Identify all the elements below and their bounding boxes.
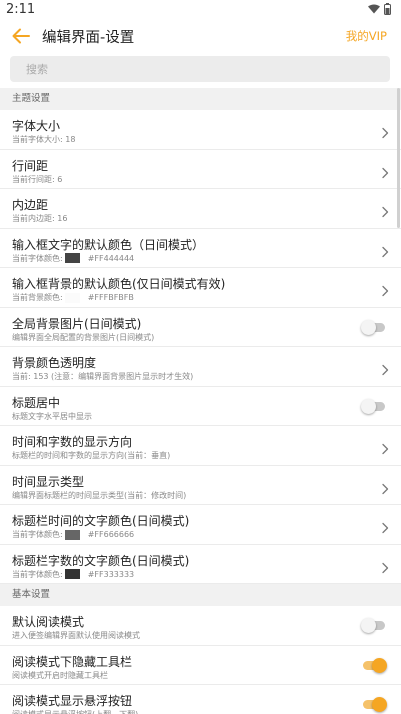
settings-row-title: 字体大小 xyxy=(12,119,61,133)
chevron-right-icon xyxy=(381,559,389,573)
page-title: 编辑界面-设置 xyxy=(42,30,135,46)
settings-row[interactable]: 标题栏字数的文字颜色(日间模式) 当前字体颜色: #FF333333 xyxy=(0,544,401,584)
chevron-right-icon xyxy=(381,282,389,297)
settings-row-subtitle: 当前字体颜色: #FF444444 xyxy=(12,253,134,264)
color-value: #FF444444 xyxy=(87,253,135,263)
settings-row-subtitle: 当前背景颜色: #FFFBFBFB xyxy=(12,292,134,303)
settings-row-title: 背景颜色透明度 xyxy=(12,356,97,370)
settings-row[interactable]: 行间距 当前行间距: 6 xyxy=(0,149,401,189)
search-input[interactable] xyxy=(10,56,390,82)
settings-row[interactable]: 内边距当前内边距: 16 xyxy=(0,189,401,229)
toggle-switch[interactable] xyxy=(361,618,387,633)
settings-row-title: 行间距 xyxy=(12,158,49,173)
settings-row-subtitle: 进入便签编辑界面默认使用阅读模式 xyxy=(12,631,140,640)
settings-row[interactable]: 时间和字数的显示方向标题栏的时间和字数的显示方向(当前：垂直) xyxy=(0,426,401,466)
color-label: 当前背景颜色: xyxy=(12,293,63,302)
section-header-basic: 基本设置 xyxy=(0,584,401,606)
settings-row[interactable]: 时间显示类型 编辑界面标题栏的时间显示类型(当前：修改时间) xyxy=(0,465,401,505)
settings-row[interactable]: 背景颜色透明度当前: 153 (注意：编辑界面背景图片显示时才生效) xyxy=(0,347,401,387)
color-swatch xyxy=(64,292,80,303)
search-box[interactable] xyxy=(10,56,390,82)
settings-row[interactable]: 标题栏时间的文字颜色(日间模式) 当前字体颜色: #FF666666 xyxy=(0,505,401,545)
battery-icon xyxy=(384,3,391,15)
settings-row-title: 内边距 xyxy=(12,198,49,212)
settings-row[interactable]: 输入框背景的默认颜色(仅日间模式有效) 当前背景颜色: #FFFBFBFB xyxy=(0,268,401,308)
app-bar: 编辑界面-设置 我的VIP xyxy=(0,20,401,50)
settings-row-title: 阅读模式下隐藏工具栏 xyxy=(12,654,133,669)
settings-row-title: 标题栏时间的文字颜色(日间模式) xyxy=(12,514,190,528)
toggle-switch[interactable] xyxy=(361,657,387,673)
chevron-right-icon xyxy=(381,124,389,139)
toggle-switch[interactable] xyxy=(361,319,387,335)
status-bar: 2:11 xyxy=(0,0,401,20)
wifi-icon xyxy=(368,4,380,14)
toggle-knob xyxy=(361,319,376,335)
chevron-right-icon xyxy=(381,164,389,178)
settings-row-subtitle: 阅读模式开启时隐藏工具栏 xyxy=(12,670,108,680)
settings-row-subtitle: 当前字体颜色: #FF666666 xyxy=(12,529,134,540)
settings-row[interactable]: 阅读模式下隐藏工具栏 阅读模式开启时隐藏工具栏 xyxy=(0,645,401,685)
status-icons xyxy=(368,3,391,15)
color-value: #FF666666 xyxy=(87,530,135,539)
scrollbar[interactable] xyxy=(397,88,400,228)
settings-row-title: 阅读模式显示悬浮按钮 xyxy=(12,694,133,708)
settings-row-title: 输入框文字的默认颜色（日间模式） xyxy=(12,237,205,252)
color-label: 当前字体颜色: xyxy=(12,569,63,579)
settings-row-subtitle: 当前字体大小: 18 xyxy=(12,135,76,144)
settings-row-subtitle: 当前字体颜色: #FF333333 xyxy=(12,569,134,580)
settings-row[interactable]: 默认阅读模式进入便签编辑界面默认使用阅读模式 xyxy=(0,606,401,646)
settings-row[interactable]: 标题居中 标题文字水平居中显示 xyxy=(0,386,401,426)
toggle-knob xyxy=(361,398,376,414)
my-vip-button[interactable]: 我的VIP xyxy=(346,28,387,44)
settings-row-title: 时间和字数的显示方向 xyxy=(12,435,133,449)
settings-row[interactable]: 输入框文字的默认颜色（日间模式） 当前字体颜色: #FF444444 xyxy=(0,228,401,268)
color-swatch xyxy=(64,529,80,540)
toggle-knob xyxy=(361,618,376,633)
settings-row-subtitle: 编辑界面全局配置的背景图片(日间模式) xyxy=(12,332,155,342)
toggle-knob xyxy=(372,697,387,712)
settings-row-subtitle: 阅读模式显示悬浮按钮(上翻，下翻) xyxy=(12,709,138,714)
section-header-theme: 主题设置 xyxy=(0,88,401,110)
status-time: 2:11 xyxy=(6,2,36,17)
settings-row-subtitle: 标题栏的时间和字数的显示方向(当前：垂直) xyxy=(12,451,171,460)
toggle-switch[interactable] xyxy=(361,398,387,414)
color-swatch xyxy=(64,569,80,579)
settings-row-subtitle: 编辑界面标题栏的时间显示类型(当前：修改时间) xyxy=(12,490,187,500)
color-label: 当前字体颜色: xyxy=(12,253,63,263)
color-value: #FFFBFBFB xyxy=(87,293,134,302)
chevron-right-icon xyxy=(381,440,389,455)
settings-row-title: 全局背景图片(日间模式) xyxy=(12,316,142,331)
toggle-knob xyxy=(372,657,387,673)
settings-row-title: 标题居中 xyxy=(12,395,61,410)
chevron-right-icon xyxy=(381,480,389,494)
back-arrow-icon[interactable] xyxy=(10,25,32,47)
chevron-right-icon xyxy=(381,519,389,534)
color-swatch xyxy=(64,253,80,263)
chevron-right-icon xyxy=(381,361,389,376)
settings-row-subtitle: 当前行间距: 6 xyxy=(12,174,63,184)
settings-row-title: 标题栏字数的文字颜色(日间模式) xyxy=(12,553,190,568)
color-value: #FF333333 xyxy=(87,569,135,579)
chevron-right-icon xyxy=(381,203,389,218)
settings-row-subtitle: 当前: 153 (注意：编辑界面背景图片显示时才生效) xyxy=(12,372,194,381)
settings-row[interactable]: 阅读模式显示悬浮按钮阅读模式显示悬浮按钮(上翻，下翻) xyxy=(0,685,401,714)
settings-row-title: 默认阅读模式 xyxy=(12,615,85,629)
color-label: 当前字体颜色: xyxy=(12,530,63,539)
settings-row-subtitle: 标题文字水平居中显示 xyxy=(12,411,92,421)
settings-row-subtitle: 当前内边距: 16 xyxy=(12,214,68,223)
toggle-switch[interactable] xyxy=(361,697,387,712)
settings-row-title: 输入框背景的默认颜色(仅日间模式有效) xyxy=(12,277,226,291)
settings-row[interactable]: 全局背景图片(日间模式) 编辑界面全局配置的背景图片(日间模式) xyxy=(0,307,401,347)
settings-row[interactable]: 字体大小当前字体大小: 18 xyxy=(0,110,401,150)
chevron-right-icon xyxy=(381,243,389,257)
settings-row-title: 时间显示类型 xyxy=(12,474,85,489)
settings-list: 主题设置 字体大小 当前字体大小: 18 行间距 当前行间距: 6 内边距 当前内边距: 1… xyxy=(0,88,401,714)
